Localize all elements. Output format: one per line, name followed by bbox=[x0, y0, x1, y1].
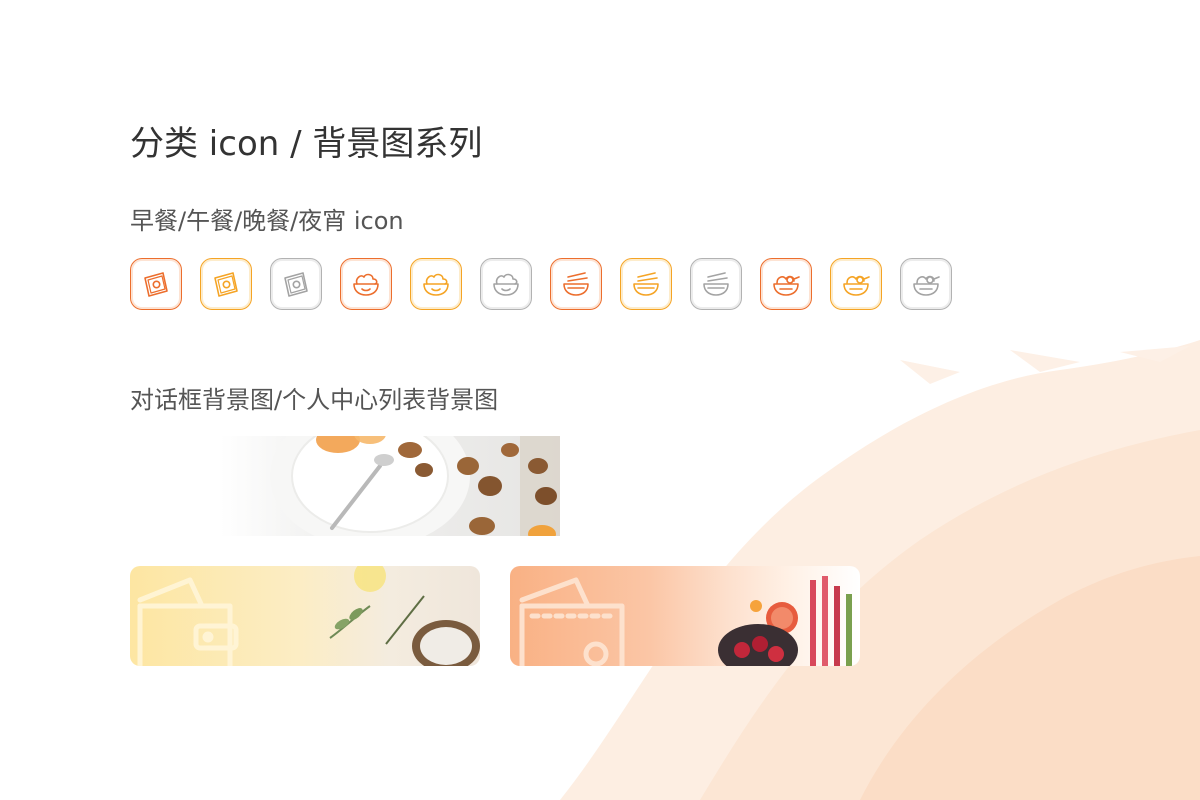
breakfast-photo-illustration bbox=[270, 436, 560, 536]
late-night-snack-bowl-icon[interactable] bbox=[830, 258, 882, 310]
dinner-noodle-bowl-icon[interactable] bbox=[690, 258, 742, 310]
dinner-noodle-bowl-icon[interactable] bbox=[550, 258, 602, 310]
background-section-heading: 对话框背景图/个人中心列表背景图 bbox=[130, 386, 499, 414]
lunch-bowl-icon[interactable] bbox=[410, 258, 462, 310]
dialog-background-image bbox=[220, 436, 560, 536]
breakfast-toast-icon[interactable] bbox=[200, 258, 252, 310]
page-title: 分类 icon / 背景图系列 bbox=[130, 124, 483, 164]
late-night-snack-bowl-icon[interactable] bbox=[900, 258, 952, 310]
icon-section-heading: 早餐/午餐/晚餐/夜宵 icon bbox=[130, 207, 404, 235]
wallet-outline-icon bbox=[519, 577, 625, 666]
lunch-bowl-icon[interactable] bbox=[340, 258, 392, 310]
late-night-snack-bowl-icon[interactable] bbox=[760, 258, 812, 310]
list-background-yellow bbox=[130, 566, 480, 666]
lunch-bowl-icon[interactable] bbox=[480, 258, 532, 310]
list-background-orange bbox=[510, 566, 860, 666]
dinner-noodle-bowl-icon[interactable] bbox=[620, 258, 672, 310]
breakfast-toast-icon[interactable] bbox=[130, 258, 182, 310]
breakfast-toast-icon[interactable] bbox=[270, 258, 322, 310]
wallet-outline-icon bbox=[137, 577, 239, 666]
